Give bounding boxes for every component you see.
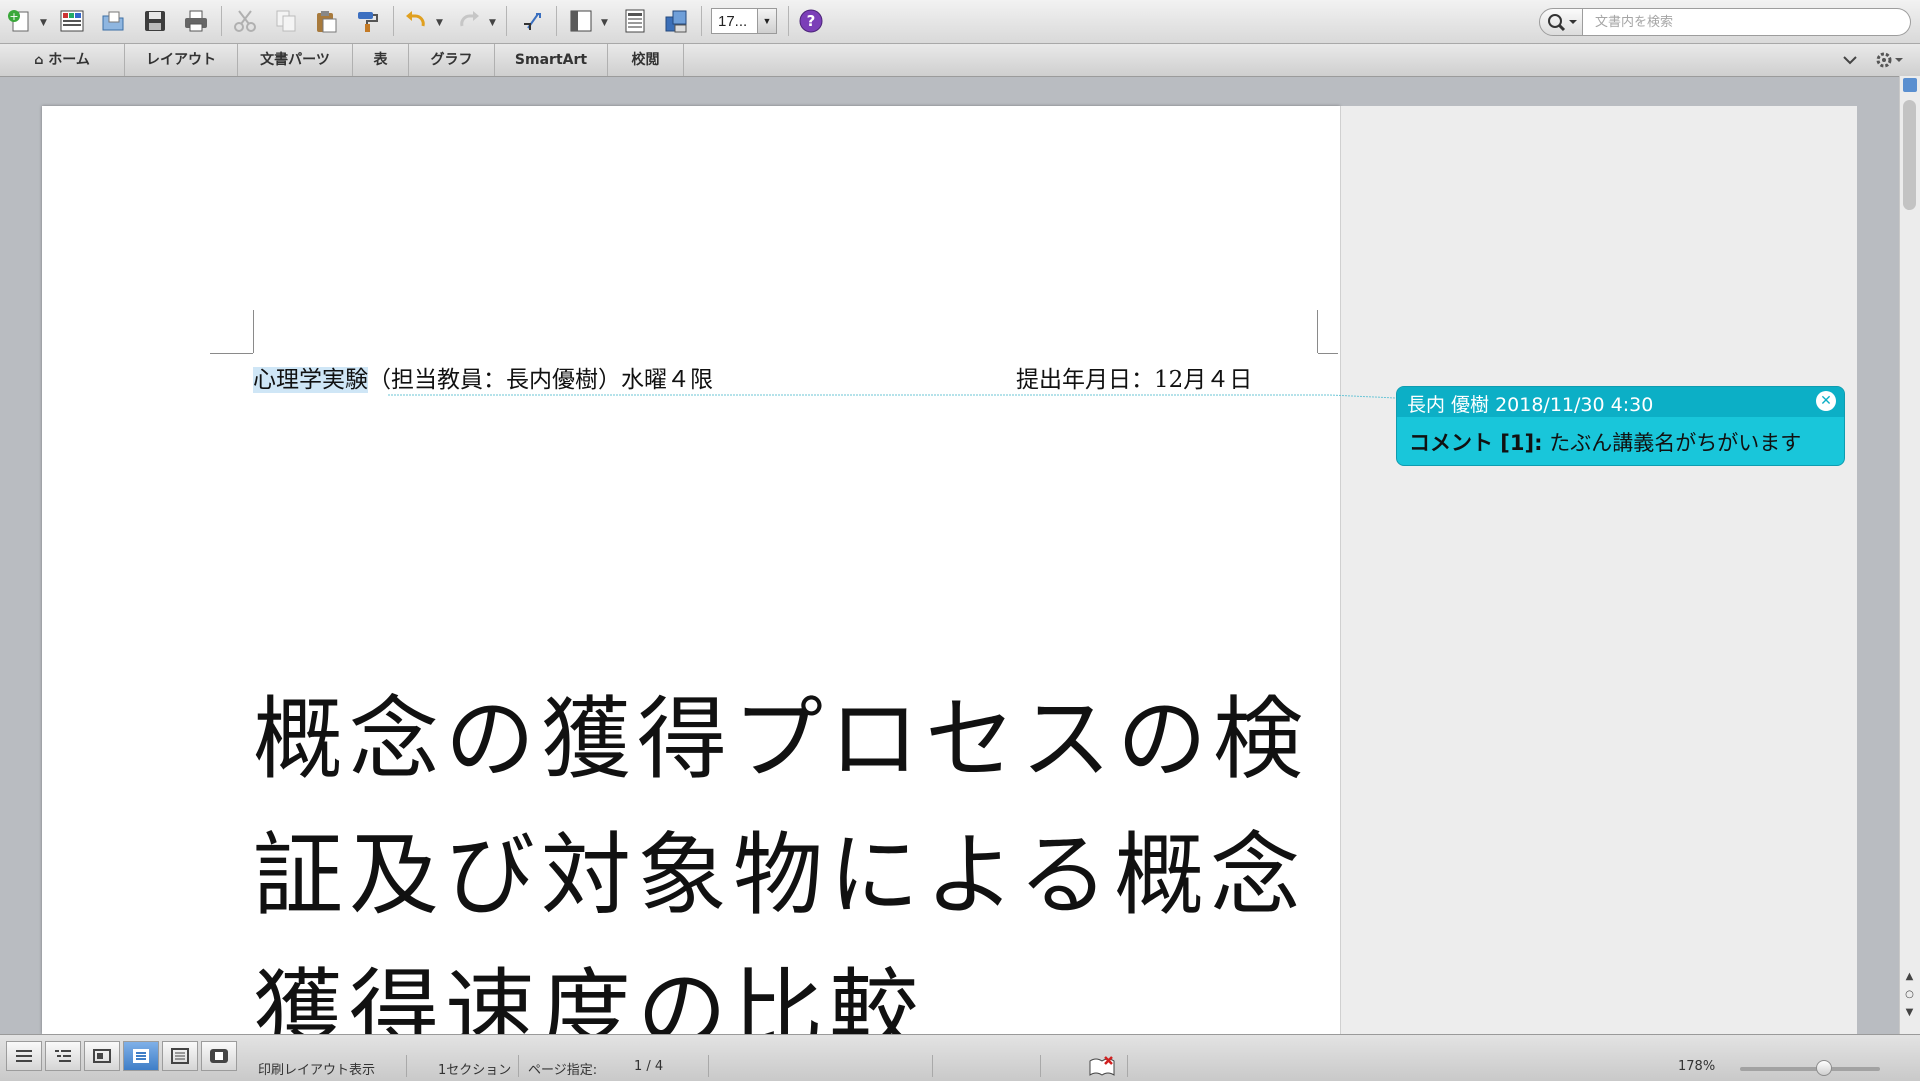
chevron-down-icon[interactable]: ▼ [757, 9, 776, 33]
previous-page-icon[interactable]: ▲ [1901, 968, 1918, 986]
ribbon-tabs: ⌂ ホーム レイアウト 文書パーツ 表 グラフ SmartArt 校閲 [0, 44, 1920, 77]
page-label: ページ指定: [528, 1063, 598, 1078]
zoom-slider-handle[interactable] [1816, 1060, 1832, 1076]
print-icon[interactable] [181, 6, 211, 36]
comment-author: 長内 優樹 2018/11/30 4:30 [1407, 394, 1654, 416]
save-icon[interactable] [140, 6, 170, 36]
crop-mark [253, 310, 254, 353]
new-document-icon[interactable]: + [4, 6, 34, 36]
crop-mark [210, 353, 253, 354]
markup-area [1340, 106, 1857, 1034]
paste-icon[interactable] [311, 6, 341, 36]
tab-home-label: ホーム [48, 52, 90, 68]
zoom-combo-value: 17... [718, 13, 748, 30]
section-indicator: 1セクション [438, 1063, 512, 1078]
header-course-info: （担当教員：長内優樹）水曜４限 [368, 367, 713, 393]
title-line: 概念の獲得プロセスの検 [253, 687, 1309, 792]
format-painter-icon[interactable] [353, 6, 383, 36]
close-icon[interactable]: ✕ [1816, 391, 1836, 411]
tab-home[interactable]: ⌂ ホーム [0, 44, 125, 76]
gear-icon[interactable] [1876, 52, 1903, 68]
comment-header: 長内 優樹 2018/11/30 4:30 ✕ [1397, 387, 1844, 417]
notebook-view-icon[interactable] [162, 1041, 198, 1071]
ribbon-controls [1838, 50, 1908, 74]
page-navigation: ▲ ○ ▼ [1901, 968, 1918, 1022]
tab-review[interactable]: 校閲 [608, 44, 684, 76]
media-browser-icon[interactable] [661, 6, 691, 36]
zoom-slider[interactable] [1740, 1067, 1880, 1071]
zoom-percent: 178% [1678, 1059, 1716, 1074]
scroll-thumb[interactable] [1903, 100, 1916, 210]
chevron-down-icon[interactable]: ▼ [40, 18, 47, 28]
focus-view-icon[interactable] [201, 1041, 237, 1071]
tab-document-parts[interactable]: 文書パーツ [238, 44, 353, 76]
publishing-view-icon[interactable] [84, 1041, 120, 1071]
next-page-icon[interactable]: ▼ [1901, 1004, 1918, 1022]
undo-icon[interactable] [401, 6, 431, 36]
gallery-icon[interactable] [57, 6, 87, 36]
spelling-status-icon[interactable] [1088, 1055, 1116, 1081]
zoom-combo[interactable]: 17... ▼ [711, 8, 777, 34]
help-icon[interactable]: ? [796, 6, 826, 36]
tab-layout[interactable]: レイアウト [125, 44, 238, 76]
status-bar: 印刷レイアウト表示 1セクション ページ指定: 1 / 4 178% [0, 1034, 1920, 1081]
toolbox-icon[interactable] [620, 6, 650, 36]
comment-body[interactable]: コメント [1]: たぶん講義名がちがいます [1409, 427, 1801, 457]
home-icon: ⌂ [34, 53, 44, 68]
document-title[interactable]: 概念の獲得プロセスの検 証及び対象物による概念 獲得速度の比較 [253, 672, 1333, 1080]
header-text[interactable]: 心理学実験（担当教員：長内優樹）水曜４限 [253, 360, 713, 394]
commented-selection[interactable]: 心理学実験 [253, 367, 368, 393]
tab-smartart[interactable]: SmartArt [495, 44, 608, 76]
standard-toolbar: + ▼ ▼ ▼ ▼ 17... ▼ ? 文書内を検索 [0, 0, 1920, 44]
title-line: 証及び対象物による概念 [253, 823, 1307, 928]
chevron-down-icon[interactable]: ▼ [436, 18, 443, 28]
comment-balloon[interactable]: 長内 優樹 2018/11/30 4:30 ✕ コメント [1]: たぶん講義名… [1396, 386, 1845, 466]
copy-icon[interactable] [271, 6, 301, 36]
comment-text: たぶん講義名がちがいます [1542, 431, 1802, 455]
page-indicator[interactable]: 1 / 4 [634, 1059, 663, 1074]
chevron-down-icon[interactable]: ▼ [489, 18, 496, 28]
split-view-icon[interactable] [1903, 78, 1917, 92]
crop-mark [1318, 353, 1338, 354]
svg-text:+: + [9, 10, 18, 23]
outline-view-icon[interactable] [45, 1041, 81, 1071]
sidebar-icon[interactable] [566, 6, 596, 36]
crop-mark [1317, 310, 1318, 353]
vertical-scrollbar[interactable] [1899, 76, 1920, 1034]
submission-date: 提出年月日：12月４日 [1016, 367, 1253, 393]
open-icon[interactable] [98, 6, 128, 36]
comment-label: コメント [1]: [1409, 431, 1543, 455]
tab-charts[interactable]: グラフ [409, 44, 495, 76]
search-options-button[interactable] [1539, 8, 1583, 36]
search-input[interactable] [1583, 8, 1911, 36]
chevron-down-icon[interactable]: ▼ [601, 18, 608, 28]
view-name: 印刷レイアウト表示 [258, 1063, 376, 1078]
browse-object-icon[interactable]: ○ [1901, 986, 1918, 1004]
search-icon [1548, 14, 1577, 32]
collapse-ribbon-icon[interactable] [1843, 56, 1857, 65]
print-layout-view-icon[interactable] [123, 1041, 159, 1071]
tab-table[interactable]: 表 [353, 44, 409, 76]
redo-icon[interactable] [454, 6, 484, 36]
cut-icon[interactable] [230, 6, 260, 36]
search-field [1539, 8, 1911, 36]
draft-view-icon[interactable] [6, 1041, 42, 1071]
svg-text:?: ? [807, 12, 816, 30]
insert-hyperlink-icon[interactable] [518, 6, 548, 36]
